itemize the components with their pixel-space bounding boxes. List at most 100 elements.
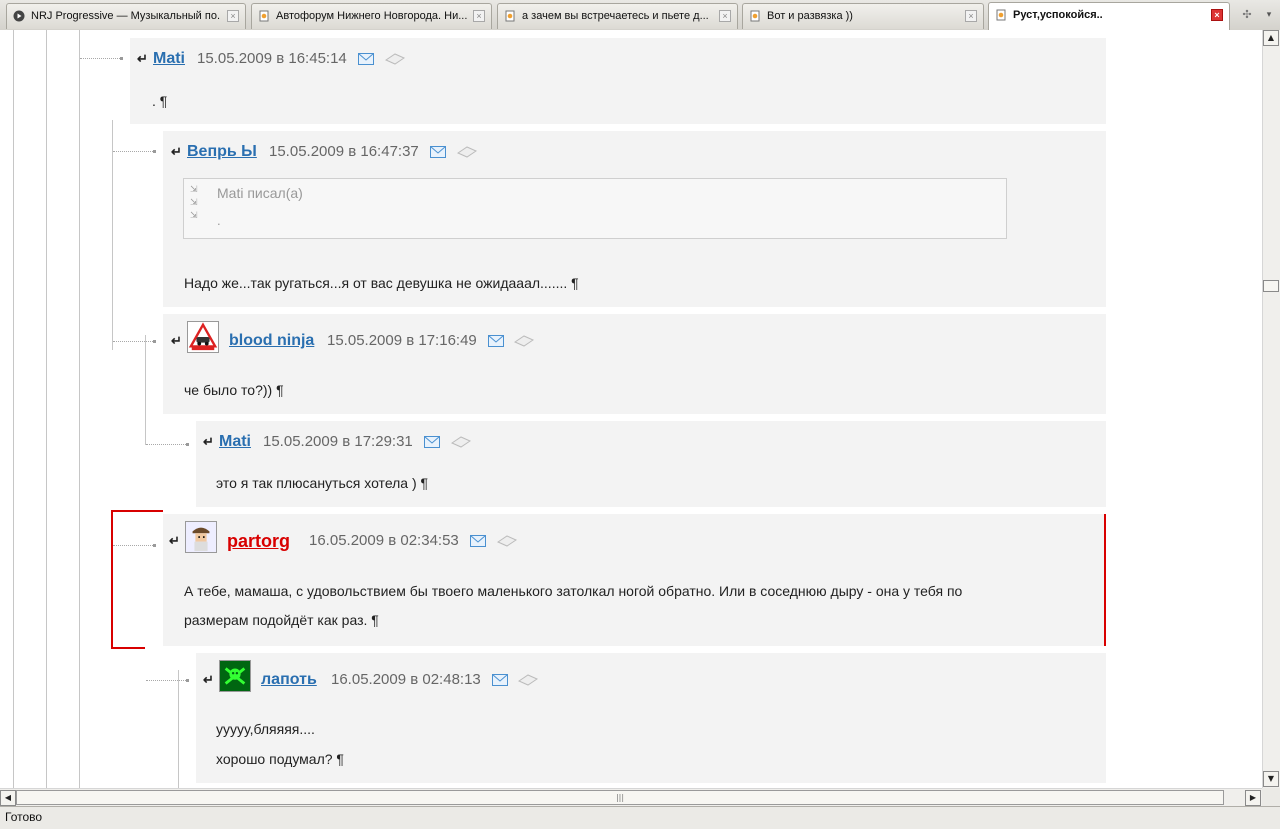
tab-rust[interactable]: Руст,успокойся.. × bbox=[988, 2, 1230, 30]
horizontal-scrollbar[interactable]: ◀ ||| ▶ bbox=[0, 788, 1262, 806]
rate-icon[interactable] bbox=[451, 436, 471, 448]
comment-author[interactable]: Mati bbox=[153, 49, 185, 69]
tree-node bbox=[153, 544, 156, 547]
character-avatar-icon bbox=[186, 522, 216, 552]
close-icon[interactable]: × bbox=[227, 10, 239, 22]
tree-connector bbox=[80, 58, 120, 59]
tree-node bbox=[120, 57, 123, 60]
highlight-frame bbox=[111, 510, 163, 512]
tree-line bbox=[112, 120, 113, 350]
tab-zachem[interactable]: а зачем вы встречаетесь и пьете д... × bbox=[497, 3, 738, 29]
scroll-right-icon[interactable]: ▶ bbox=[1245, 790, 1261, 806]
comment-header: ↵ лапоть 16.05.2009 в 02:48:13 bbox=[203, 660, 803, 692]
close-icon[interactable]: × bbox=[719, 10, 731, 22]
highlight-frame bbox=[1104, 514, 1106, 646]
comment-text: хорошо подумал? ¶ bbox=[216, 751, 344, 767]
comment-text: это я так плюсануться хотела ) ¶ bbox=[216, 475, 429, 491]
comment-header: ↵ Mati 15.05.2009 в 16:45:14 bbox=[137, 49, 737, 71]
page-icon bbox=[505, 10, 515, 22]
scroll-left-icon[interactable]: ◀ bbox=[0, 790, 16, 806]
reply-arrow-icon[interactable]: ↵ bbox=[171, 331, 182, 351]
comment-author[interactable]: Вепрь Ы bbox=[187, 142, 257, 162]
scroll-thumb[interactable] bbox=[1263, 280, 1279, 292]
mail-icon[interactable] bbox=[358, 53, 374, 65]
mail-icon[interactable] bbox=[492, 674, 508, 686]
tab-list-icon[interactable]: ▾ bbox=[1262, 5, 1276, 25]
comment-header: ↵ blood ninja 15.05.2009 в 17:16:49 bbox=[171, 321, 771, 353]
avatar[interactable] bbox=[187, 321, 219, 353]
tree-connector bbox=[113, 151, 153, 152]
tree-node bbox=[186, 679, 189, 682]
tree-line bbox=[46, 30, 47, 788]
comment-time: 15.05.2009 в 17:16:49 bbox=[327, 332, 477, 349]
mail-icon[interactable] bbox=[488, 335, 504, 347]
warning-sign-avatar-icon bbox=[188, 322, 218, 351]
comment-time: 16.05.2009 в 02:34:53 bbox=[309, 532, 459, 549]
comment-text: че было то?)) ¶ bbox=[184, 382, 284, 398]
scrollbar-corner bbox=[1262, 788, 1280, 806]
tab-label: Руст,успокойся.. bbox=[1013, 9, 1103, 21]
comment-time: 15.05.2009 в 16:47:37 bbox=[269, 143, 419, 160]
comment-text: А тебе, мамаша, с удовольствием бы твоег… bbox=[184, 583, 963, 599]
tab-razvyazka[interactable]: Вот и развязка )) × bbox=[742, 3, 984, 29]
rate-icon[interactable] bbox=[497, 535, 517, 547]
play-icon bbox=[13, 10, 25, 22]
mail-icon[interactable] bbox=[430, 146, 446, 158]
reply-arrow-icon[interactable]: ↵ bbox=[203, 432, 214, 452]
page-content: ↵ Mati 15.05.2009 в 16:45:14 . ¶ ↵ Вепрь… bbox=[0, 30, 1262, 788]
tree-node bbox=[186, 443, 189, 446]
comment-text: ууууу,бляяяя.... bbox=[216, 721, 315, 737]
quote-author: Mati писал(а) bbox=[217, 185, 303, 201]
comment-text: размерам подойдёт как раз. ¶ bbox=[184, 612, 379, 628]
tree-node bbox=[153, 340, 156, 343]
comment-author[interactable]: partorg bbox=[227, 531, 290, 551]
highlight-frame bbox=[111, 647, 145, 649]
reply-arrow-icon[interactable]: ↵ bbox=[171, 142, 182, 162]
page-icon bbox=[259, 10, 269, 22]
avatar[interactable] bbox=[219, 660, 251, 692]
quote-text: . bbox=[217, 213, 221, 228]
comment-header: ↵ partorg 16.05.2009 в 02:34:53 bbox=[169, 521, 769, 553]
mail-icon[interactable] bbox=[470, 535, 486, 547]
tab-label: а зачем вы встречаетесь и пьете д... bbox=[522, 10, 709, 22]
tree-line bbox=[13, 30, 14, 788]
scroll-down-icon[interactable]: ▼ bbox=[1263, 771, 1279, 787]
quote-image-icon: ⇲ bbox=[190, 197, 198, 207]
tab-label: NRJ Progressive — Музыкальный по... bbox=[31, 10, 221, 22]
comment-author[interactable]: лапоть bbox=[261, 670, 317, 690]
comment-text: . ¶ bbox=[152, 93, 168, 109]
comment-author[interactable]: blood ninja bbox=[229, 331, 314, 351]
close-icon[interactable]: × bbox=[473, 10, 485, 22]
avatar[interactable] bbox=[185, 521, 217, 553]
rate-icon[interactable] bbox=[518, 674, 538, 686]
comment-header: ↵ Вепрь Ы 15.05.2009 в 16:47:37 bbox=[171, 142, 771, 164]
close-icon[interactable]: × bbox=[1211, 9, 1223, 21]
comment-time: 15.05.2009 в 17:29:31 bbox=[263, 433, 413, 450]
rate-icon[interactable] bbox=[514, 335, 534, 347]
status-bar: Готово bbox=[0, 806, 1280, 829]
comment-time: 16.05.2009 в 02:48:13 bbox=[331, 671, 481, 688]
rate-icon[interactable] bbox=[457, 146, 477, 158]
reply-arrow-icon[interactable]: ↵ bbox=[169, 531, 180, 551]
close-icon[interactable]: × bbox=[965, 10, 977, 22]
scroll-thumb[interactable]: ||| bbox=[16, 790, 1224, 805]
tab-autoforum[interactable]: Автофорум Нижнего Новгорода. Ни... × bbox=[251, 3, 492, 29]
vertical-scrollbar[interactable]: ▲ ▼ bbox=[1262, 30, 1280, 788]
mail-icon[interactable] bbox=[424, 436, 440, 448]
tree-line bbox=[178, 670, 179, 788]
scroll-up-icon[interactable]: ▲ bbox=[1263, 30, 1279, 46]
tab-nrj[interactable]: NRJ Progressive — Музыкальный по... × bbox=[6, 3, 246, 29]
tab-bar: NRJ Progressive — Музыкальный по... × Ав… bbox=[0, 0, 1280, 31]
tree-connector bbox=[146, 444, 186, 445]
page-icon bbox=[750, 10, 760, 22]
tab-label: Автофорум Нижнего Новгорода. Ни... bbox=[276, 10, 467, 22]
reply-arrow-icon[interactable]: ↵ bbox=[203, 670, 214, 690]
tree-connector bbox=[113, 341, 153, 342]
comment-author[interactable]: Mati bbox=[219, 432, 251, 452]
new-tab-icon[interactable]: ✣ bbox=[1237, 5, 1257, 25]
page-icon bbox=[996, 9, 1006, 21]
comment bbox=[163, 314, 1106, 414]
reply-arrow-icon[interactable]: ↵ bbox=[137, 49, 148, 69]
rate-icon[interactable] bbox=[385, 53, 405, 65]
tree-line bbox=[145, 335, 146, 445]
